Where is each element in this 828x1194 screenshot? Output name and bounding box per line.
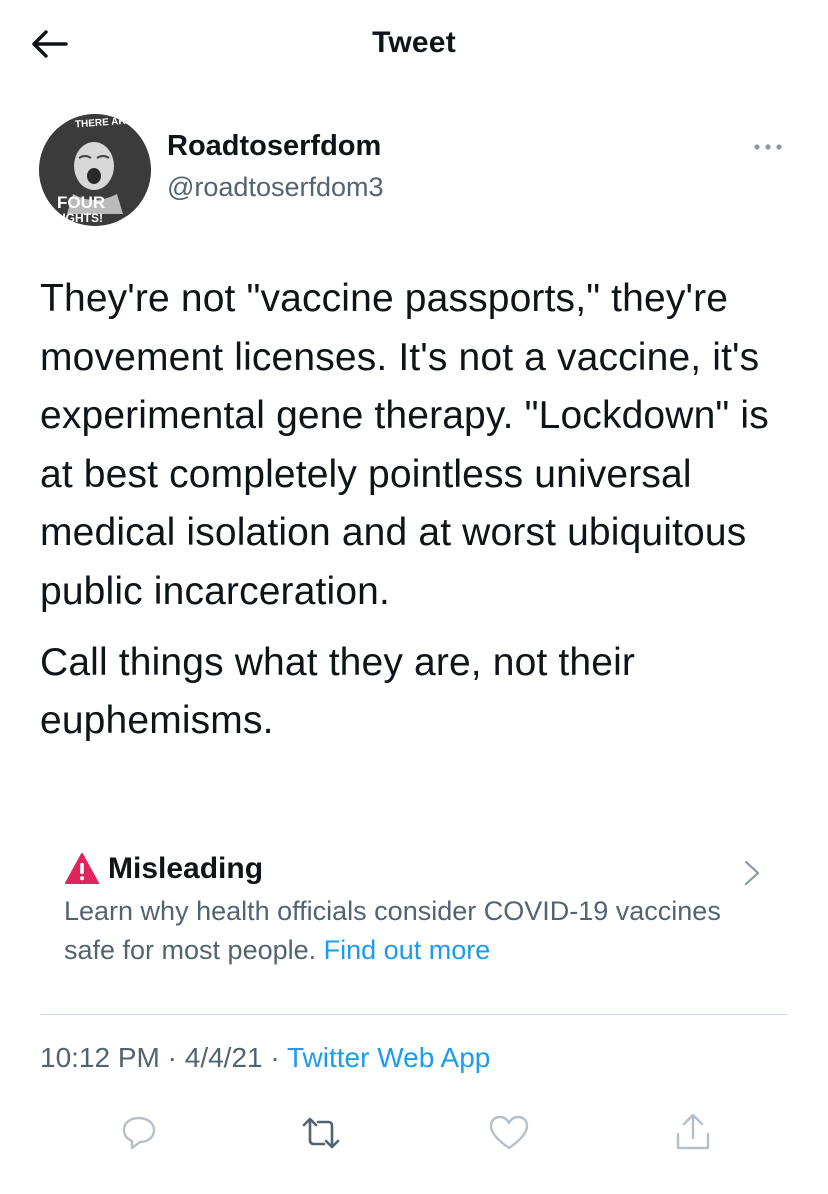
meta-separator: · xyxy=(167,1042,177,1073)
tweet-meta: 10:12 PM · 4/4/21 · Twitter Web App xyxy=(40,1042,490,1074)
warning-icon xyxy=(64,852,100,886)
divider xyxy=(40,1014,788,1015)
misleading-notice[interactable]: Misleading Learn why health officials co… xyxy=(64,852,764,970)
avatar[interactable]: THERE ARE FOUR LIGHTS! xyxy=(39,114,151,226)
tweet-paragraph: Call things what they are, not their eup… xyxy=(40,640,636,743)
tweet-time: 10:12 PM xyxy=(40,1042,160,1073)
notice-title: Misleading xyxy=(108,852,264,885)
chevron-right-icon[interactable] xyxy=(740,858,764,888)
tweet-date: 4/4/21 xyxy=(184,1042,263,1073)
more-dots-icon[interactable] xyxy=(748,132,788,162)
tweet-paragraph: They're not "vaccine passports," they're… xyxy=(40,277,769,613)
find-out-more-link[interactable]: Find out more xyxy=(324,935,491,965)
page-title: Tweet xyxy=(372,26,456,59)
top-bar: Tweet xyxy=(0,0,828,90)
tweet-text: They're not "vaccine passports," they're… xyxy=(40,270,800,751)
like-icon[interactable] xyxy=(484,1110,534,1156)
retweet-icon[interactable] xyxy=(296,1110,346,1156)
author-handle[interactable]: @roadtoserfdom3 xyxy=(167,172,384,203)
share-icon[interactable] xyxy=(668,1110,718,1156)
author-display-name[interactable]: Roadtoserfdom xyxy=(167,130,381,163)
avatar-text-bottom: LIGHTS! xyxy=(55,211,103,225)
action-bar xyxy=(0,1110,828,1160)
notice-description: Learn why health officials consider COVI… xyxy=(64,892,724,970)
reply-icon[interactable] xyxy=(114,1110,164,1156)
tweet-source[interactable]: Twitter Web App xyxy=(287,1042,490,1073)
meta-separator: · xyxy=(270,1042,280,1073)
avatar-text-main: FOUR xyxy=(57,193,105,212)
notice-header[interactable]: Misleading xyxy=(64,852,764,886)
